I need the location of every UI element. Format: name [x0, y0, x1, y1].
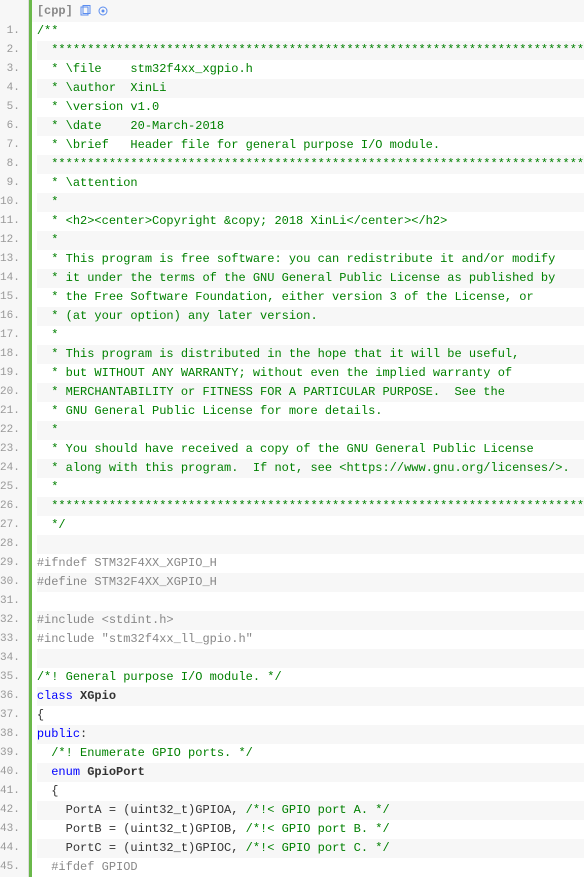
line-number: 35. [0, 668, 28, 687]
line-number: 29. [0, 554, 28, 573]
code-line: * [37, 231, 584, 250]
line-number: 17. [0, 326, 28, 345]
line-number: 14. [0, 269, 28, 288]
code-line [37, 535, 584, 554]
code-line: * [37, 478, 584, 497]
line-number: 27. [0, 516, 28, 535]
code-line: PortC = (uint32_t)GPIOC, /*!< GPIO port … [37, 839, 584, 858]
code-line: #ifndef STM32F4XX_XGPIO_H [37, 554, 584, 573]
code-line: * \version v1.0 [37, 98, 584, 117]
code-line: * This program is free software: you can… [37, 250, 584, 269]
line-number: 10. [0, 193, 28, 212]
code-line: PortA = (uint32_t)GPIOA, /*!< GPIO port … [37, 801, 584, 820]
code-line: #define STM32F4XX_XGPIO_H [37, 573, 584, 592]
code-line: class XGpio [37, 687, 584, 706]
line-number: 45. [0, 858, 28, 877]
code-line: ****************************************… [37, 41, 584, 60]
code-line: * the Free Software Foundation, either v… [37, 288, 584, 307]
code-line: * This program is distributed in the hop… [37, 345, 584, 364]
line-number: 38. [0, 725, 28, 744]
code-line: * \brief Header file for general purpose… [37, 136, 584, 155]
code-line: { [37, 706, 584, 725]
code-line: ****************************************… [37, 155, 584, 174]
line-number: 31. [0, 592, 28, 611]
code-line: * along with this program. If not, see <… [37, 459, 584, 478]
code-line: #include <stdint.h> [37, 611, 584, 630]
code-line: /*! General purpose I/O module. */ [37, 668, 584, 687]
copy-icon[interactable] [79, 5, 91, 17]
code-area: [cpp] /** ******************************… [29, 0, 584, 877]
line-number: 9. [0, 174, 28, 193]
code-line: * <h2><center>Copyright &copy; 2018 XinL… [37, 212, 584, 231]
line-number: 8. [0, 155, 28, 174]
view-icon[interactable] [97, 5, 109, 17]
line-number: 41. [0, 782, 28, 801]
line-number: 16. [0, 307, 28, 326]
code-line [37, 592, 584, 611]
line-number: 39. [0, 744, 28, 763]
code-header: [cpp] [29, 0, 584, 22]
code-line: /** [37, 22, 584, 41]
code-line: * [37, 193, 584, 212]
line-number: 22. [0, 421, 28, 440]
code-line: * but WITHOUT ANY WARRANTY; without even… [37, 364, 584, 383]
code-line: /*! Enumerate GPIO ports. */ [37, 744, 584, 763]
code-line: #include "stm32f4xx_ll_gpio.h" [37, 630, 584, 649]
line-number: 43. [0, 820, 28, 839]
code-line: PortB = (uint32_t)GPIOB, /*!< GPIO port … [37, 820, 584, 839]
line-number: 42. [0, 801, 28, 820]
line-number: 44. [0, 839, 28, 858]
code-lines: /** ************************************… [29, 22, 584, 877]
code-line: * it under the terms of the GNU General … [37, 269, 584, 288]
line-number: 25. [0, 478, 28, 497]
line-number: 7. [0, 136, 28, 155]
line-number: 21. [0, 402, 28, 421]
code-block: 1.2.3.4.5.6.7.8.9.10.11.12.13.14.15.16.1… [0, 0, 584, 877]
line-number: 24. [0, 459, 28, 478]
code-line: { [37, 782, 584, 801]
line-number: 1. [0, 22, 28, 41]
code-line: * \date 20-March-2018 [37, 117, 584, 136]
code-line: #ifdef GPIOD [37, 858, 584, 877]
code-line: */ [37, 516, 584, 535]
line-number: 33. [0, 630, 28, 649]
code-line: * [37, 421, 584, 440]
line-number: 2. [0, 41, 28, 60]
line-number: 11. [0, 212, 28, 231]
code-line: * \file stm32f4xx_xgpio.h [37, 60, 584, 79]
line-number: 15. [0, 288, 28, 307]
line-number: 13. [0, 250, 28, 269]
line-number: 30. [0, 573, 28, 592]
line-number: 32. [0, 611, 28, 630]
line-number: 12. [0, 231, 28, 250]
line-number: 36. [0, 687, 28, 706]
code-line: * GNU General Public License for more de… [37, 402, 584, 421]
line-number: 40. [0, 763, 28, 782]
line-number: 28. [0, 535, 28, 554]
line-number: 18. [0, 345, 28, 364]
line-number: 19. [0, 364, 28, 383]
code-line: * MERCHANTABILITY or FITNESS FOR A PARTI… [37, 383, 584, 402]
line-number: 6. [0, 117, 28, 136]
language-label: [cpp] [37, 4, 73, 18]
line-number: 4. [0, 79, 28, 98]
code-line: * [37, 326, 584, 345]
line-number: 37. [0, 706, 28, 725]
line-number: 23. [0, 440, 28, 459]
line-number: 3. [0, 60, 28, 79]
code-line: enum GpioPort [37, 763, 584, 782]
code-line: * \author XinLi [37, 79, 584, 98]
code-line: public: [37, 725, 584, 744]
code-line: ****************************************… [37, 497, 584, 516]
line-number: 5. [0, 98, 28, 117]
code-left-border [29, 0, 32, 877]
code-line [37, 649, 584, 668]
code-line: * You should have received a copy of the… [37, 440, 584, 459]
line-number-gutter: 1.2.3.4.5.6.7.8.9.10.11.12.13.14.15.16.1… [0, 0, 29, 877]
line-number: 26. [0, 497, 28, 516]
code-line: * (at your option) any later version. [37, 307, 584, 326]
code-line: * \attention [37, 174, 584, 193]
line-number: 34. [0, 649, 28, 668]
line-number: 20. [0, 383, 28, 402]
